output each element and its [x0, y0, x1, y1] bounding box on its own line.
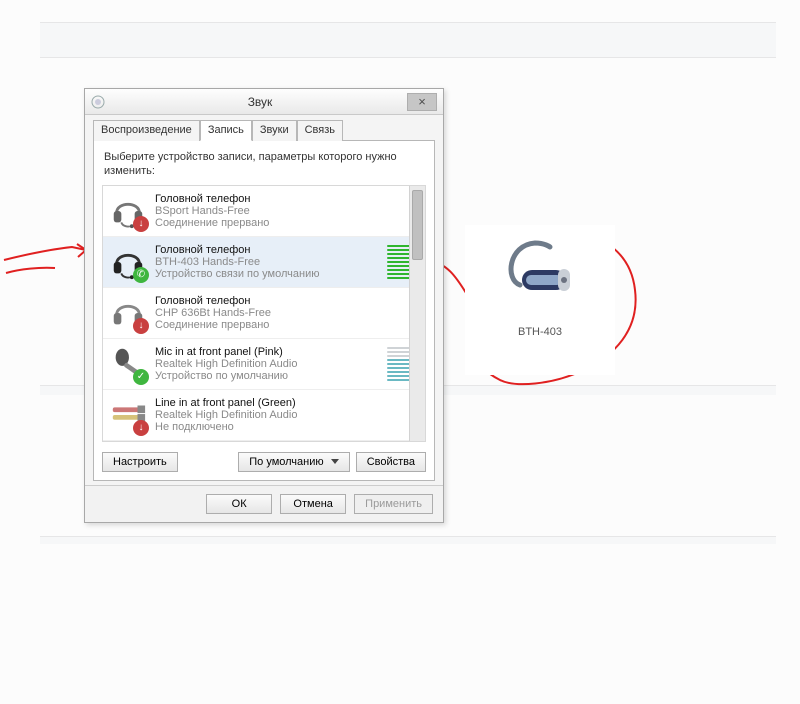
device-subtitle: Realtek High Definition Audio — [155, 358, 379, 370]
device-row[interactable]: ✓ Mic in at front panel (Pink) Realtek H… — [103, 339, 425, 390]
device-subtitle: CHP 636Bt Hands-Free — [155, 307, 419, 319]
headset-icon: ↓ — [109, 192, 147, 230]
tab-panel-recording: Выберите устройство записи, параметры ко… — [93, 140, 435, 481]
scrollbar-thumb[interactable] — [412, 190, 423, 260]
device-list-scrollbar[interactable] — [409, 186, 425, 441]
apply-button[interactable]: Применить — [354, 494, 433, 514]
instruction-text: Выберите устройство записи, параметры ко… — [104, 151, 424, 179]
device-title: Line in at front panel (Green) — [155, 397, 419, 409]
device-status: Устройство по умолчанию — [155, 370, 379, 382]
sound-dialog: Звук × Воспроизведение Запись Звуки Связ… — [84, 88, 444, 523]
device-status: Устройство связи по умолчанию — [155, 268, 379, 280]
device-title: Головной телефон — [155, 244, 379, 256]
page-band-1 — [40, 22, 776, 58]
arrow-down-icon: ↓ — [133, 318, 149, 334]
dialog-footer: ОК Отмена Применить — [85, 485, 443, 522]
ok-button[interactable]: ОК — [206, 494, 272, 514]
device-subtitle: BSport Hands-Free — [155, 205, 419, 217]
device-title: Головной телефон — [155, 295, 419, 307]
tabbar: Воспроизведение Запись Звуки Связь — [93, 120, 435, 141]
titlebar[interactable]: Звук × — [85, 89, 443, 115]
device-subtitle: Realtek High Definition Audio — [155, 409, 419, 421]
arrow-down-icon: ↓ — [133, 420, 149, 436]
tab-communications[interactable]: Связь — [297, 120, 343, 141]
microphone-icon: ✓ — [109, 345, 147, 383]
close-button[interactable]: × — [407, 93, 437, 111]
headset-icon: ↓ — [109, 294, 147, 332]
bluetooth-headset-icon — [490, 225, 590, 315]
device-status: Не подключено — [155, 421, 419, 433]
chevron-down-icon — [331, 459, 339, 464]
device-list: ↓ Головной телефон BSport Hands-Free Сое… — [102, 185, 426, 442]
device-title: Головной телефон — [155, 193, 419, 205]
bluetooth-device-label: BTH-403 — [465, 326, 615, 338]
tab-playback[interactable]: Воспроизведение — [93, 120, 200, 141]
device-row[interactable]: ↓ Головной телефон CHP 636Bt Hands-Free … — [103, 288, 425, 339]
tab-sounds[interactable]: Звуки — [252, 120, 297, 141]
check-icon: ✓ — [133, 369, 149, 385]
speaker-icon — [91, 95, 105, 109]
device-status: Соединение прервано — [155, 319, 419, 331]
linein-icon: ↓ — [109, 396, 147, 434]
arrow-down-icon: ↓ — [133, 216, 149, 232]
dialog-title: Звук — [113, 95, 407, 109]
configure-button[interactable]: Настроить — [102, 452, 178, 472]
device-row[interactable]: ✆ Головной телефон BTH-403 Hands-Free Ус… — [103, 237, 425, 288]
set-default-label: По умолчанию — [249, 456, 323, 468]
set-default-button[interactable]: По умолчанию — [238, 452, 349, 472]
device-row[interactable]: ↓ Line in at front panel (Green) Realtek… — [103, 390, 425, 441]
bluetooth-device-card[interactable]: BTH-403 — [465, 225, 615, 375]
cancel-button[interactable]: Отмена — [280, 494, 346, 514]
device-title: Mic in at front panel (Pink) — [155, 346, 379, 358]
device-status: Соединение прервано — [155, 217, 419, 229]
close-icon: × — [418, 94, 426, 109]
tab-recording[interactable]: Запись — [200, 120, 252, 141]
page-band-3 — [40, 536, 776, 544]
properties-button[interactable]: Свойства — [356, 452, 426, 472]
phone-icon: ✆ — [133, 267, 149, 283]
device-subtitle: BTH-403 Hands-Free — [155, 256, 379, 268]
headset-icon: ✆ — [109, 243, 147, 281]
device-row[interactable]: ↓ Головной телефон BSport Hands-Free Сое… — [103, 186, 425, 237]
